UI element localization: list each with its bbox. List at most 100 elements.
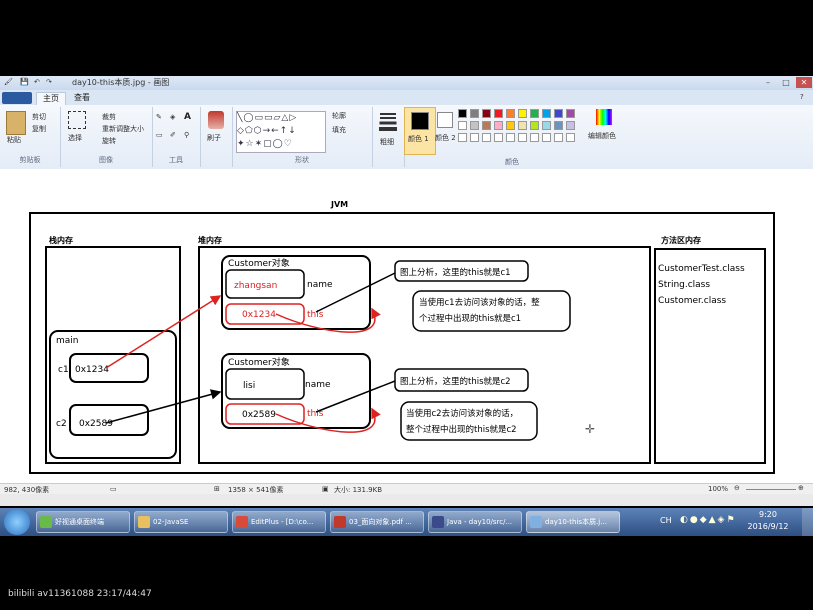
color1-button[interactable]: 颜色 1 (404, 107, 436, 155)
palette-swatch[interactable] (506, 121, 515, 130)
editplus-icon (236, 516, 248, 528)
palette-swatch[interactable] (494, 109, 503, 118)
copy-button[interactable]: 复制 (32, 124, 46, 134)
palette-swatch[interactable] (542, 121, 551, 130)
palette-swatch[interactable] (458, 121, 467, 130)
palette-swatch[interactable] (530, 109, 539, 118)
select-button[interactable]: 选择 (68, 133, 82, 143)
object1-name-label: name (307, 280, 333, 290)
redo-icon[interactable]: ↷ (46, 78, 52, 86)
tray-icons[interactable]: ◐●◆▲◈⚑ (680, 515, 737, 525)
zoom-in-button[interactable]: ⊕ (798, 484, 804, 492)
line-this1-note (315, 272, 396, 313)
main-frame (49, 330, 177, 459)
shapes-gallery[interactable]: ╲◯▭▭▱△▷ ◇⬠⬡→←↑↓ ✦☆✶▢◯♡ (236, 111, 326, 153)
minimize-button[interactable]: – (760, 77, 776, 88)
drawing-canvas[interactable]: JVM 栈内存 main c1 c2 0x1234 0x2589 堆内存 Cus… (0, 169, 813, 483)
palette-swatch[interactable] (494, 121, 503, 130)
magnifier-icon[interactable]: ⚲ (184, 131, 189, 139)
object1-this-label: this (307, 310, 324, 320)
taskbar-item-2[interactable]: 02-JavaSE (134, 511, 228, 533)
palette-swatch[interactable] (554, 109, 563, 118)
help-icon[interactable]: ? (800, 93, 804, 101)
palette-swatch[interactable] (482, 109, 491, 118)
canvas-area[interactable]: JVM 栈内存 main c1 c2 0x1234 0x2589 堆内存 Cus… (0, 169, 813, 483)
color1-label: 颜色 1 (408, 135, 429, 143)
class-item-2: String.class (658, 280, 710, 290)
color2-swatch (437, 112, 453, 128)
pencil-icon[interactable]: ✎ (156, 113, 162, 121)
method-area-label: 方法区内存 (661, 235, 701, 245)
crop-button[interactable]: 裁剪 (102, 112, 116, 122)
clock-date[interactable]: 2016/9/12 (740, 522, 796, 531)
note2-box (412, 290, 571, 332)
horizontal-scrollbar[interactable] (0, 494, 813, 506)
edit-colors-button[interactable]: 编辑颜色 (588, 109, 618, 153)
palette-swatch-empty[interactable] (530, 133, 539, 142)
show-desktop-button[interactable] (802, 508, 813, 536)
cut-button[interactable]: 剪切 (32, 112, 46, 122)
save-quick-icon[interactable]: 💾 (20, 78, 29, 86)
paste-icon[interactable] (6, 111, 26, 135)
brush-button[interactable]: 刷子 (207, 133, 221, 143)
palette-swatch[interactable] (518, 109, 527, 118)
ime-indicator[interactable]: CH (660, 516, 672, 525)
heap-label: 堆内存 (198, 235, 222, 245)
palette-swatch-empty[interactable] (494, 133, 503, 142)
palette-swatch[interactable] (530, 121, 539, 130)
eraser-icon[interactable]: ▭ (156, 131, 163, 139)
rotate-button[interactable]: 旋转 (102, 136, 116, 146)
palette-swatch[interactable] (506, 109, 515, 118)
taskbar-item-1[interactable]: 好视通桌面终端 (36, 511, 130, 533)
resize-button[interactable]: 重新调整大小 (102, 124, 144, 134)
taskbar-item-4[interactable]: 03_面向对象.pdf ... (330, 511, 424, 533)
taskbar-item-5[interactable]: Java - day10/src/... (428, 511, 522, 533)
zoom-slider[interactable] (746, 489, 796, 490)
palette-swatch-empty[interactable] (518, 133, 527, 142)
brush-icon[interactable] (208, 111, 224, 129)
fill-button[interactable]: 填充 (332, 125, 346, 135)
color2-label: 颜色 2 (435, 134, 456, 142)
palette-swatch[interactable] (542, 109, 551, 118)
size-button[interactable]: 粗细 (380, 137, 394, 147)
palette-swatch[interactable] (566, 121, 575, 130)
start-button[interactable] (4, 509, 30, 535)
zoom-out-button[interactable]: ⊖ (734, 484, 740, 492)
select-icon[interactable] (68, 111, 86, 129)
palette-swatch-empty[interactable] (566, 133, 575, 142)
palette-swatch[interactable] (458, 109, 467, 118)
c2-label: c2 (56, 419, 67, 429)
tab-view[interactable]: 查看 (68, 92, 96, 104)
taskbar-item-6[interactable]: day10-this本质.j... (526, 511, 620, 533)
line-size-icon[interactable] (380, 113, 396, 115)
maximize-button[interactable]: □ (778, 77, 794, 88)
palette-swatch[interactable] (554, 121, 563, 130)
text-tool-icon[interactable]: A (184, 112, 191, 122)
file-menu-button[interactable] (2, 92, 32, 104)
palette-swatch-empty[interactable] (506, 133, 515, 142)
image-group: 选择 裁剪 重新调整大小 旋转 图像 (60, 107, 153, 167)
palette-swatch-empty[interactable] (542, 133, 551, 142)
palette-swatch-empty[interactable] (470, 133, 479, 142)
paste-button[interactable]: 粘贴 (7, 135, 21, 145)
palette-swatch[interactable] (470, 121, 479, 130)
palette-swatch[interactable] (470, 109, 479, 118)
palette-swatch[interactable] (566, 109, 575, 118)
fill-bucket-icon[interactable]: ◈ (170, 113, 175, 121)
taskbar-item-3[interactable]: EditPlus - [D:\co... (232, 511, 326, 533)
app-icon[interactable]: 🖌 (4, 78, 13, 86)
clock-time[interactable]: 9:20 (748, 510, 788, 519)
palette-swatch-empty[interactable] (458, 133, 467, 142)
undo-icon[interactable]: ↶ (34, 78, 40, 86)
palette-swatch[interactable] (482, 121, 491, 130)
size-group: 粗细 (372, 107, 405, 167)
palette-swatch-empty[interactable] (554, 133, 563, 142)
close-button[interactable]: ✕ (796, 77, 812, 88)
palette-swatch-empty[interactable] (482, 133, 491, 142)
color-picker-icon[interactable]: ✐ (170, 131, 176, 139)
tab-home[interactable]: 主页 (36, 92, 66, 105)
outline-button[interactable]: 轮廓 (332, 111, 346, 121)
color2-button[interactable]: 颜色 2 (434, 107, 458, 153)
palette-swatch[interactable] (518, 121, 527, 130)
c2-value: 0x2589 (79, 419, 113, 429)
